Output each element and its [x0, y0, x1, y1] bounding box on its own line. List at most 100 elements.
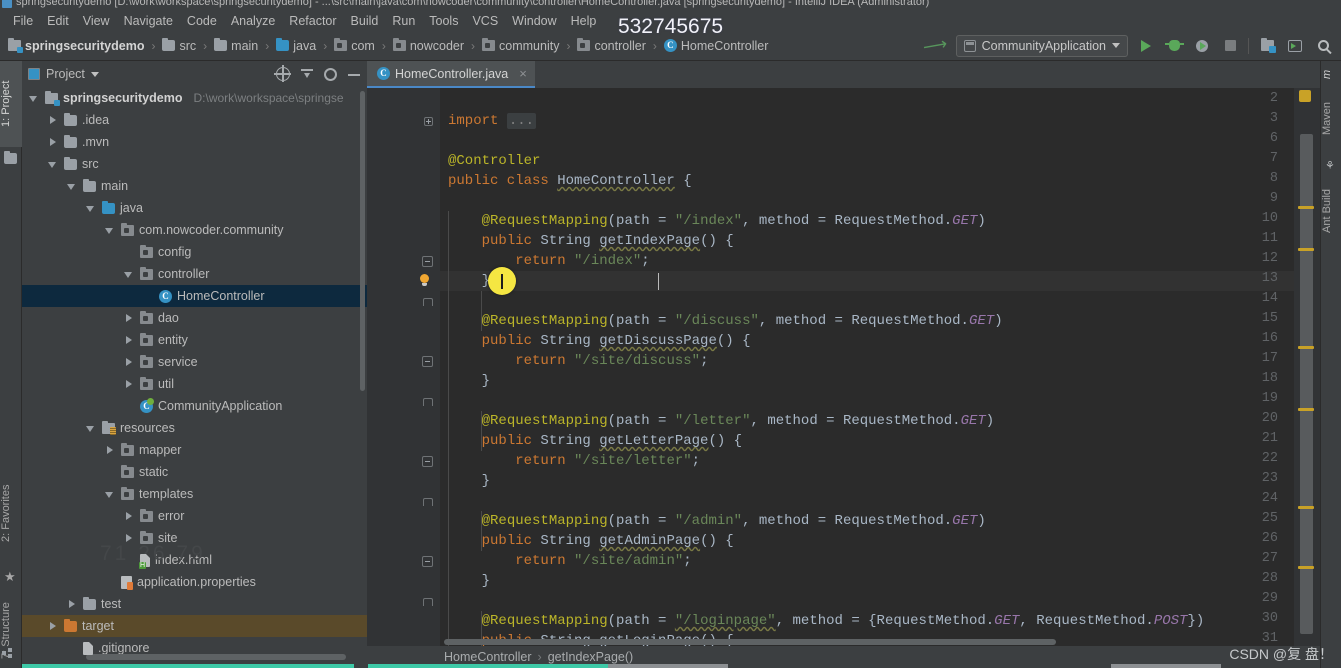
scrollbar-thumb[interactable] [1300, 134, 1313, 634]
tree-item-homecontroller[interactable]: C HomeController [22, 285, 367, 307]
menu-item-code[interactable]: Code [180, 12, 224, 30]
project-tree[interactable]: 71 26 79 springsecuritydemo D:\work\works… [22, 87, 367, 668]
tree-item-java[interactable]: java [22, 197, 367, 219]
tree-item-mapper[interactable]: mapper [22, 439, 367, 461]
gear-icon[interactable] [324, 67, 337, 81]
run-button[interactable] [1136, 36, 1156, 56]
tree-item-index-html[interactable]: index.html [22, 549, 367, 571]
fold-end-icon[interactable] [422, 296, 433, 307]
fold-collapse-icon[interactable] [422, 356, 433, 367]
close-icon[interactable]: × [519, 66, 527, 81]
hide-panel-icon[interactable] [347, 67, 361, 81]
chevron-right-icon[interactable] [123, 510, 135, 522]
sidebar-item-project[interactable]: 1: Project [0, 61, 22, 147]
inspection-status-icon[interactable] [1299, 90, 1311, 102]
tree-item-main[interactable]: main [22, 175, 367, 197]
tree-item--idea[interactable]: .idea [22, 109, 367, 131]
terminal-button[interactable] [1285, 36, 1305, 56]
chevron-down-icon[interactable] [66, 180, 78, 192]
expand-imports-icon[interactable] [424, 117, 433, 126]
chevron-down-icon[interactable] [104, 488, 116, 500]
menu-item-analyze[interactable]: Analyze [224, 12, 282, 30]
chevron-right-icon[interactable] [66, 598, 78, 610]
sidebar-item-ant-build[interactable]: Ant Build [1321, 173, 1341, 249]
breadcrumb-item-class[interactable]: C HomeController [662, 38, 771, 54]
menu-item-view[interactable]: View [76, 12, 117, 30]
stop-button[interactable] [1220, 36, 1240, 56]
editor-horizontal-scrollbar[interactable] [444, 639, 1056, 645]
collapse-all-icon[interactable] [300, 67, 314, 81]
menu-item-vcs[interactable]: VCS [465, 12, 505, 30]
tree-item-entity[interactable]: entity [22, 329, 367, 351]
tree-item-static[interactable]: static [22, 461, 367, 483]
chevron-right-icon[interactable] [47, 114, 59, 126]
breadcrumb-method[interactable]: getIndexPage() [548, 650, 633, 664]
breadcrumb-item-com[interactable]: com [332, 38, 377, 54]
breadcrumb-item-nowcoder[interactable]: nowcoder [391, 38, 466, 54]
chevron-right-icon[interactable] [123, 334, 135, 346]
debug-button[interactable] [1164, 36, 1184, 56]
tree-item--mvn[interactable]: .mvn [22, 131, 367, 153]
breadcrumb-item-module[interactable]: springsecuritydemo [6, 38, 146, 54]
breadcrumb-class[interactable]: HomeController [444, 650, 532, 664]
search-button[interactable] [1313, 36, 1333, 56]
fold-collapse-icon[interactable] [422, 556, 433, 567]
fold-collapse-icon[interactable] [422, 256, 433, 267]
tree-item-resources[interactable]: resources [22, 417, 367, 439]
menu-item-file[interactable]: File [6, 12, 40, 30]
breadcrumb-item-community[interactable]: community [480, 38, 561, 54]
tree-item-error[interactable]: error [22, 505, 367, 527]
breadcrumb-item-main[interactable]: main [212, 38, 260, 54]
tree-item-service[interactable]: service [22, 351, 367, 373]
menu-item-run[interactable]: Run [385, 12, 422, 30]
menu-item-help[interactable]: Help [564, 12, 604, 30]
hide-navbar-icon[interactable]: ⟶ [922, 34, 949, 58]
warning-marker[interactable] [1298, 566, 1314, 569]
chevron-down-icon[interactable] [47, 158, 59, 170]
tree-item-communityapplication[interactable]: C CommunityApplication [22, 395, 367, 417]
tree-vertical-scrollbar[interactable] [360, 91, 365, 391]
breadcrumb-item-java[interactable]: java [274, 38, 318, 54]
breadcrumb-item-src[interactable]: src [160, 38, 198, 54]
tree-item-com-nowcoder-community[interactable]: com.nowcoder.community [22, 219, 367, 241]
warning-marker[interactable] [1298, 408, 1314, 411]
breadcrumb-item-controller[interactable]: controller [575, 38, 647, 54]
tree-item-templates[interactable]: templates [22, 483, 367, 505]
chevron-down-icon[interactable] [123, 268, 135, 280]
menu-item-refactor[interactable]: Refactor [282, 12, 343, 30]
tree-item-src[interactable]: src [22, 153, 367, 175]
fold-end-icon[interactable] [422, 596, 433, 607]
fold-end-icon[interactable] [422, 396, 433, 407]
tree-item-dao[interactable]: dao [22, 307, 367, 329]
intention-bulb-icon[interactable] [419, 274, 430, 287]
scroll-from-source-icon[interactable] [274, 65, 291, 82]
sidebar-item-maven[interactable]: Maven [1321, 87, 1341, 149]
chevron-right-icon[interactable] [123, 356, 135, 368]
warning-marker[interactable] [1298, 248, 1314, 251]
chevron-right-icon[interactable] [104, 444, 116, 456]
chevron-right-icon[interactable] [47, 136, 59, 148]
tree-item-springsecuritydemo[interactable]: springsecuritydemo D:\work\workspace\spri… [22, 87, 367, 109]
menu-item-window[interactable]: Window [505, 12, 563, 30]
menu-item-navigate[interactable]: Navigate [117, 12, 180, 30]
tree-item-test[interactable]: test [22, 593, 367, 615]
warning-marker[interactable] [1298, 206, 1314, 209]
tree-item-controller[interactable]: controller [22, 263, 367, 285]
fold-end-icon[interactable] [422, 496, 433, 507]
warning-marker[interactable] [1298, 346, 1314, 349]
chevron-down-icon[interactable] [85, 422, 97, 434]
chevron-down-icon[interactable] [104, 224, 116, 236]
run-configuration-selector[interactable]: CommunityApplication [955, 34, 1128, 57]
chevron-right-icon[interactable] [47, 620, 59, 632]
tree-item-util[interactable]: util [22, 373, 367, 395]
error-marker-bar[interactable] [1294, 88, 1320, 668]
warning-marker[interactable] [1298, 506, 1314, 509]
chevron-right-icon[interactable] [123, 532, 135, 544]
menu-item-tools[interactable]: Tools [422, 12, 465, 30]
chevron-down-icon[interactable] [90, 71, 99, 77]
code-editor[interactable]: import ... @Controller public class HomeCo… [367, 88, 1320, 668]
editor-gutter[interactable] [367, 88, 440, 668]
menu-item-edit[interactable]: Edit [40, 12, 76, 30]
chevron-down-icon[interactable] [85, 202, 97, 214]
chevron-right-icon[interactable] [123, 312, 135, 324]
